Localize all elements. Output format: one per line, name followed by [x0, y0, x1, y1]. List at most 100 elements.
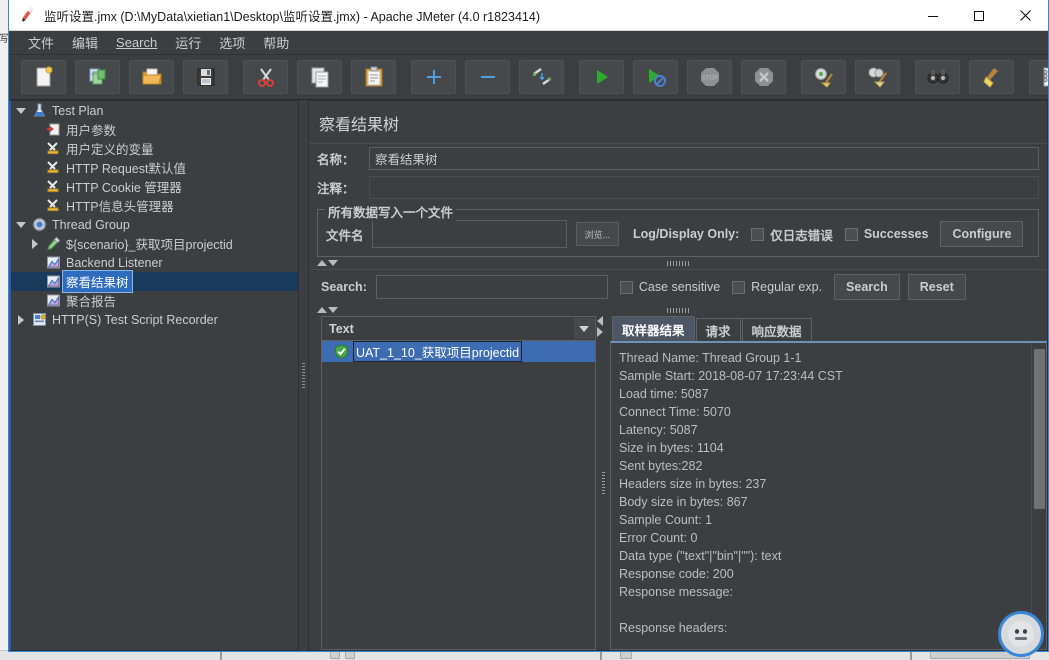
tree-node-script-recorder[interactable]: HTTP(S) Test Script Recorder — [11, 310, 298, 329]
tree-node-scenario-sampler[interactable]: ${scenario}_获取项目projectid — [11, 234, 298, 253]
menu-file[interactable]: 文件 — [19, 31, 63, 55]
reset-search-button[interactable] — [969, 60, 1014, 94]
tree-node-aggregate-report[interactable]: 聚合报告 — [11, 291, 298, 310]
start-no-pauses-button[interactable] — [633, 60, 678, 94]
stop-button[interactable]: STOP — [687, 60, 732, 94]
tree-toggle-spacer — [27, 196, 43, 215]
errors-only-label: 仅日志错误 — [770, 228, 833, 243]
collapse-up-icon[interactable] — [317, 260, 327, 266]
response-scrollbar[interactable] — [1031, 343, 1046, 649]
collapse-down-icon[interactable] — [328, 260, 338, 266]
shutdown-button[interactable] — [741, 60, 786, 94]
tree-node-user-parameters[interactable]: 用户参数 — [11, 120, 298, 139]
chevron-right-icon[interactable] — [597, 327, 603, 337]
split-arrows[interactable] — [597, 316, 603, 337]
tree-toggle-spacer — [27, 158, 43, 177]
reset-button[interactable]: Reset — [907, 274, 966, 300]
jmeter-main-window: 监听设置.jmx (D:\MyData\xietian1\Desktop\监听设… — [8, 0, 1049, 657]
tree-node-http-request-defaults[interactable]: HTTP Request默认值 — [11, 158, 298, 177]
templates-button[interactable] — [75, 60, 120, 94]
chevron-down-icon[interactable] — [574, 318, 594, 339]
expand-toggle-down-icon[interactable] — [13, 215, 29, 234]
cut-button[interactable] — [243, 60, 288, 94]
tab-sampler-result[interactable]: 取样器结果 — [612, 316, 695, 341]
maximize-icon[interactable] — [956, 0, 1002, 31]
sampler-result-line: Thread Name: Thread Group 1-1 — [619, 351, 802, 365]
tree-node-view-results-tree[interactable]: 察看结果树 — [11, 270, 298, 293]
collapse-arrows-bottom[interactable] — [317, 307, 338, 313]
chevron-left-icon[interactable] — [597, 316, 603, 326]
tree-toggle-spacer — [27, 120, 43, 139]
results-split-divider[interactable] — [596, 316, 610, 650]
minimize-icon[interactable] — [910, 0, 956, 31]
list-item[interactable]: UAT_1_10_获取项目projectid — [322, 341, 595, 362]
tree-node-label: HTTP Request默认值 — [66, 162, 186, 176]
menu-edit[interactable]: 编辑 — [63, 31, 107, 55]
paste-button[interactable] — [351, 60, 396, 94]
tree-node-http-cookie-manager[interactable]: HTTP Cookie 管理器 — [11, 177, 298, 196]
expand-all-button[interactable] — [411, 60, 456, 94]
errors-only-checkbox[interactable] — [751, 227, 765, 241]
clear-button[interactable] — [801, 60, 846, 94]
collapse-strip-bottom[interactable] — [309, 304, 1047, 316]
copy-button[interactable] — [297, 60, 342, 94]
menu-search[interactable]: Search — [107, 33, 166, 53]
tab-response-data[interactable]: 响应数据 — [741, 318, 812, 341]
menu-help[interactable]: 帮助 — [254, 31, 298, 55]
filename-input[interactable] — [371, 220, 567, 248]
sampler-result-line: Response message: — [619, 585, 733, 599]
tree-node-thread-group[interactable]: Thread Group — [11, 215, 298, 234]
renderer-selected-label: Text — [329, 321, 354, 336]
sampler-result-text[interactable]: Thread Name: Thread Group 1-1 Sample Star… — [611, 343, 1031, 649]
collapse-all-button[interactable] — [465, 60, 510, 94]
toggle-button[interactable] — [519, 60, 564, 94]
tree-node-label: 用户定义的变量 — [66, 143, 154, 157]
collapse-grip-bottom — [667, 307, 689, 313]
start-button[interactable] — [579, 60, 624, 94]
tree-node-backend-listener[interactable]: Backend Listener — [11, 253, 298, 272]
sampler-result-line: Response code: 200 — [619, 567, 734, 581]
tree-node-label: 聚合报告 — [66, 295, 117, 309]
scrollbar-thumb[interactable] — [1034, 349, 1045, 509]
save-button[interactable] — [183, 60, 228, 94]
collapse-strip-top[interactable] — [309, 257, 1047, 269]
thread-group-gear-icon — [29, 215, 49, 234]
successes-checkbox[interactable] — [844, 227, 858, 241]
browse-button[interactable]: 浏览... — [575, 222, 620, 246]
collapse-arrows-top[interactable] — [317, 260, 338, 266]
search-button[interactable] — [915, 60, 960, 94]
configure-button[interactable]: Configure — [940, 221, 1024, 247]
tree-node-test-plan[interactable]: Test Plan — [11, 101, 298, 120]
case-sensitive-checkbox[interactable] — [619, 280, 633, 294]
clear-all-button[interactable] — [855, 60, 900, 94]
jmeter-feather-icon — [15, 0, 41, 31]
renderer-dropdown[interactable]: Text — [321, 316, 596, 341]
name-input[interactable]: 察看结果树 — [369, 147, 1039, 170]
assistant-avatar-icon[interactable] — [998, 611, 1044, 657]
regular-exp-checkbox[interactable] — [732, 280, 746, 294]
expand-toggle-down-icon[interactable] — [13, 101, 29, 120]
tree-node-label: Thread Group — [52, 217, 130, 232]
search-submit-button[interactable]: Search — [834, 274, 900, 300]
results-list[interactable]: UAT_1_10_获取项目projectid — [321, 341, 596, 650]
comment-input[interactable] — [369, 176, 1039, 199]
tab-request[interactable]: 请求 — [695, 318, 741, 341]
open-button[interactable] — [129, 60, 174, 94]
search-input[interactable] — [375, 275, 608, 299]
test-plan-tree[interactable]: Test Plan 用户参数用户定义的变量 HTTP Request默认值 HTTP … — [9, 100, 299, 651]
main-split-divider[interactable] — [299, 100, 308, 651]
function-helper-button[interactable] — [1029, 60, 1048, 94]
collapse-up-icon-2[interactable] — [317, 307, 327, 313]
tree-node-http-header-manager[interactable]: HTTP信息头管理器 — [11, 196, 298, 215]
menu-options[interactable]: 选项 — [210, 31, 254, 55]
search-label: Search: — [321, 280, 367, 294]
menu-run[interactable]: 运行 — [166, 31, 210, 55]
tree-node-user-defined-variables[interactable]: 用户定义的变量 — [11, 139, 298, 158]
collapse-down-icon-2[interactable] — [328, 307, 338, 313]
new-button[interactable] — [21, 60, 66, 94]
expand-toggle-right-icon[interactable] — [27, 234, 43, 253]
close-icon[interactable] — [1002, 0, 1048, 31]
results-area: Text UAT_1_10_获取项目projectid 取样器结果 请求 响应数… — [309, 316, 1047, 650]
expand-toggle-right-icon[interactable] — [13, 310, 29, 329]
menubar: 文件 编辑 Search 运行 选项 帮助 — [9, 31, 1048, 55]
